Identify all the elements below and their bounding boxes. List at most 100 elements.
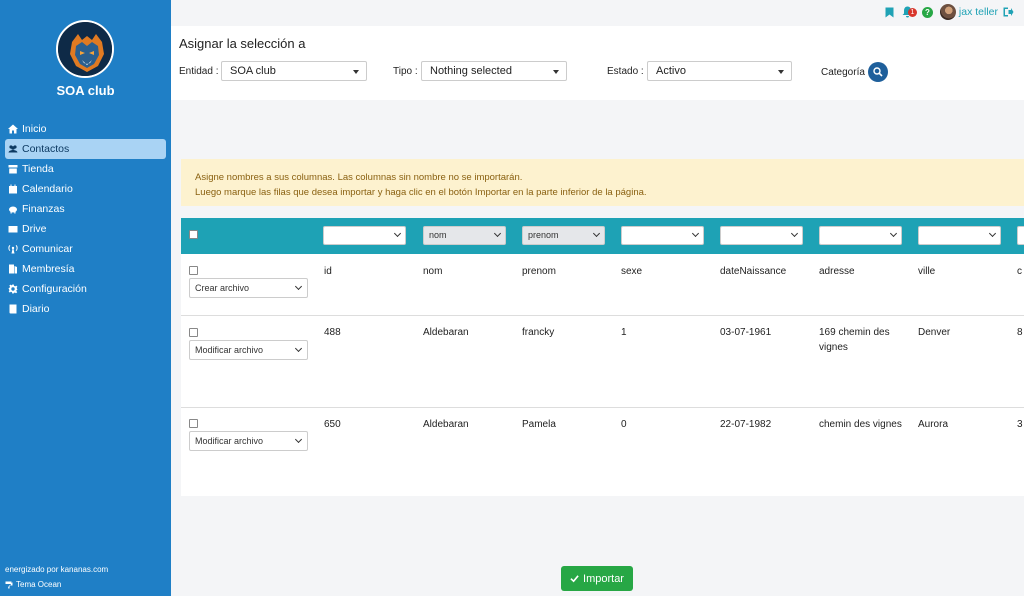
- estado-value: Activo: [656, 65, 686, 77]
- sidebar-item-inicio[interactable]: Inicio: [5, 119, 166, 139]
- sidebar-item-contactos[interactable]: Contactos: [5, 139, 166, 159]
- table-cell: 22-07-1982: [720, 419, 772, 430]
- sidebar-item-label: Drive: [22, 223, 47, 235]
- sidebar-item-label: Membresía: [22, 263, 75, 275]
- sidebar-item-drive[interactable]: Drive: [5, 219, 166, 239]
- column-select-8[interactable]: [1017, 226, 1024, 245]
- caret-down-icon: [353, 70, 359, 74]
- username-link[interactable]: jax teller: [959, 6, 998, 18]
- row-action-select[interactable]: Modificar archivo: [189, 431, 308, 451]
- chevron-down-icon: [294, 435, 303, 444]
- club-logo[interactable]: [56, 20, 114, 78]
- chevron-down-icon: [294, 282, 303, 291]
- table-cell: adresse: [819, 266, 855, 277]
- table-cell: prenom: [522, 266, 556, 277]
- table-cell: Pamela: [522, 419, 556, 430]
- table-cell: francky: [522, 327, 555, 338]
- column-select-6[interactable]: [819, 226, 902, 245]
- chevron-down-icon: [393, 229, 402, 238]
- calendar-icon: [8, 184, 18, 194]
- chevron-down-icon: [691, 229, 700, 238]
- row-action-value: Modificar archivo: [195, 436, 264, 446]
- table-cell: sexe: [621, 266, 643, 277]
- import-button[interactable]: Importar: [561, 566, 633, 591]
- notifications-button[interactable]: 1: [902, 6, 917, 18]
- top-right-controls: 1 ? jax teller: [885, 3, 1014, 21]
- book-icon: [8, 304, 18, 314]
- column-select-4[interactable]: [621, 226, 704, 245]
- table-cell: 169 chemin des vignes: [819, 327, 890, 353]
- paint-roller-icon: [5, 581, 13, 588]
- sidebar-item-configuracion[interactable]: Configuración: [5, 279, 166, 299]
- column-select-1[interactable]: [323, 226, 406, 245]
- table-cell: 650: [324, 419, 341, 430]
- row-action-select[interactable]: Crear archivo: [189, 278, 308, 298]
- sidebar-item-membresia[interactable]: Membresía: [5, 259, 166, 279]
- theme-label: Tema Ocean: [16, 580, 62, 589]
- row-action-value: Crear archivo: [195, 283, 250, 293]
- sidebar-item-diario[interactable]: Diario: [5, 299, 166, 319]
- row-divider: [181, 315, 1024, 316]
- powered-by-link[interactable]: energizado por kananas.com: [5, 565, 108, 574]
- logout-icon[interactable]: [1003, 7, 1014, 17]
- sidebar-item-calendario[interactable]: Calendario: [5, 179, 166, 199]
- table-cell: 03-07-1961: [720, 327, 772, 338]
- categoria-search-button[interactable]: [868, 62, 888, 82]
- select-all-checkbox[interactable]: [189, 230, 198, 239]
- row-action-value: Modificar archivo: [195, 345, 264, 355]
- entidad-value: SOA club: [230, 65, 276, 77]
- row-checkbox[interactable]: [189, 419, 198, 428]
- column-select-value: nom: [429, 230, 447, 240]
- caret-down-icon: [553, 70, 559, 74]
- chevron-down-icon: [790, 229, 799, 238]
- sidebar-item-label: Tienda: [22, 163, 54, 175]
- column-select-7[interactable]: [918, 226, 1001, 245]
- table-cell: 8: [1017, 327, 1023, 338]
- column-select-3[interactable]: prenom: [522, 226, 605, 245]
- table-cell: Denver: [918, 327, 951, 338]
- table-cell: 3: [1017, 419, 1023, 430]
- home-icon: [8, 124, 18, 134]
- column-select-5[interactable]: [720, 226, 803, 245]
- row-checkbox[interactable]: [189, 328, 198, 337]
- drive-icon: [8, 224, 18, 234]
- chevron-down-icon: [889, 229, 898, 238]
- row-checkbox[interactable]: [189, 266, 198, 275]
- sidebar-item-tienda[interactable]: Tienda: [5, 159, 166, 179]
- theme-selector[interactable]: Tema Ocean: [5, 580, 61, 589]
- chevron-down-icon: [988, 229, 997, 238]
- sidebar-item-label: Diario: [22, 303, 50, 315]
- row-action-select[interactable]: Modificar archivo: [189, 340, 308, 360]
- club-name: SOA club: [56, 83, 115, 98]
- gear-icon: [8, 284, 18, 294]
- tipo-value: Nothing selected: [430, 65, 512, 77]
- search-icon: [873, 67, 883, 77]
- caret-down-icon: [778, 70, 784, 74]
- sidebar-nav: Inicio Contactos Tienda Calendario Finan…: [5, 119, 166, 319]
- table-cell: dateNaissance: [720, 266, 787, 277]
- row-divider: [181, 407, 1024, 408]
- sidebar-item-label: Inicio: [22, 123, 47, 135]
- table-cell: id: [324, 266, 332, 277]
- tipo-label: Tipo :: [393, 66, 418, 77]
- sidebar-item-finanzas[interactable]: Finanzas: [5, 199, 166, 219]
- column-select-value: prenom: [528, 230, 559, 240]
- tipo-select[interactable]: Nothing selected: [421, 61, 567, 81]
- chevron-down-icon: [592, 229, 601, 238]
- sidebar-item-label: Finanzas: [22, 203, 65, 215]
- chevron-down-icon: [493, 229, 502, 238]
- bookmark-icon[interactable]: [885, 7, 894, 18]
- avatar[interactable]: [939, 4, 956, 20]
- table-cell: 1: [621, 327, 627, 338]
- column-select-2[interactable]: nom: [423, 226, 506, 245]
- sidebar-item-comunicar[interactable]: Comunicar: [5, 239, 166, 259]
- entidad-select[interactable]: SOA club: [221, 61, 367, 81]
- table-cell: chemin des vignes: [819, 419, 902, 430]
- table-cell: Aurora: [918, 419, 949, 430]
- alert-line-1: Asigne nombres a sus columnas. Las colum…: [195, 172, 523, 183]
- entidad-label: Entidad :: [179, 66, 219, 77]
- help-icon[interactable]: ?: [921, 6, 933, 18]
- table-cell: c: [1017, 266, 1022, 277]
- estado-select[interactable]: Activo: [647, 61, 792, 81]
- users-icon: [8, 144, 18, 154]
